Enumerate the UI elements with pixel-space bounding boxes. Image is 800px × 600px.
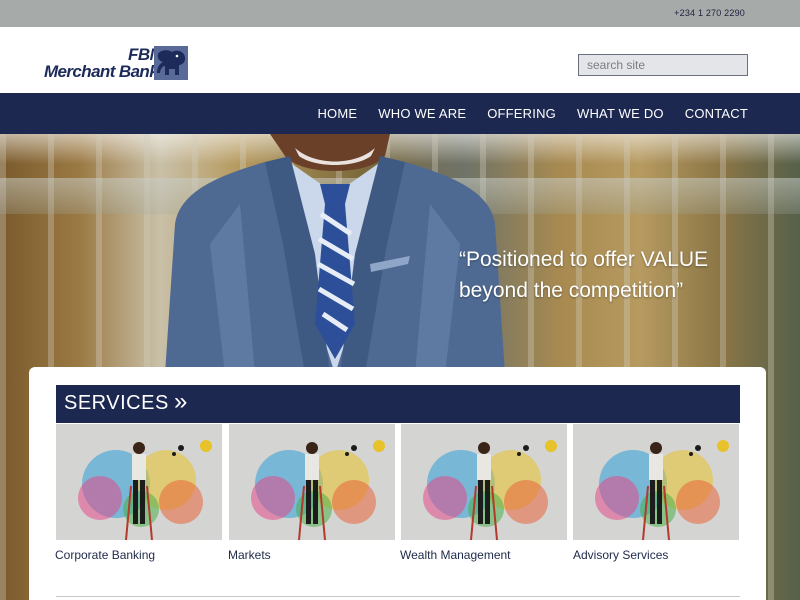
businessman-photo [165,134,505,374]
service-image-corporate-banking[interactable] [56,424,222,540]
hero-quote-line1: “Positioned to offer VALUE [459,248,709,271]
service-link-wealth-management[interactable]: Wealth Management [400,548,511,562]
nav-item-contact[interactable]: CONTACT [685,106,748,121]
phone-number: +234 1 270 2290 [674,8,745,18]
nav-item-home[interactable]: HOME [317,106,357,121]
service-image-wealth-management[interactable] [401,424,567,540]
top-bar: +234 1 270 2290 [0,0,800,27]
painter-artwork-image [573,424,739,540]
elephant-icon [154,46,188,80]
painter-artwork-image [56,424,222,540]
services-tiles [56,424,740,544]
services-header[interactable]: SERVICES » [56,385,740,423]
logo-text-merchant-bank: Merchant Bank [44,62,159,81]
service-image-markets[interactable] [229,424,395,540]
painter-artwork-image [401,424,567,540]
services-title: SERVICES [64,392,169,414]
service-link-markets[interactable]: Markets [228,548,271,562]
fbn-logo[interactable]: FBN Merchant Bank [44,45,194,85]
hero-quote: “Positioned to offer VALUE beyond the co… [459,244,759,306]
painter-artwork-image [229,424,395,540]
service-link-corporate-banking[interactable]: Corporate Banking [55,548,155,562]
divider [56,596,740,597]
main-nav: HOME WHO WE ARE OFFERING WHAT WE DO CONT… [0,93,800,134]
nav-item-who-we-are[interactable]: WHO WE ARE [378,106,466,121]
site-header: FBN Merchant Bank [0,27,800,93]
double-chevron-right-icon[interactable]: » [174,388,187,416]
service-image-advisory-services[interactable] [573,424,739,540]
nav-item-offering[interactable]: OFFERING [487,106,556,121]
hero-quote-line2: beyond the competition” [459,279,684,302]
nav-item-what-we-do[interactable]: WHAT WE DO [577,106,664,121]
search-input[interactable] [578,54,748,76]
service-link-advisory-services[interactable]: Advisory Services [573,548,668,562]
